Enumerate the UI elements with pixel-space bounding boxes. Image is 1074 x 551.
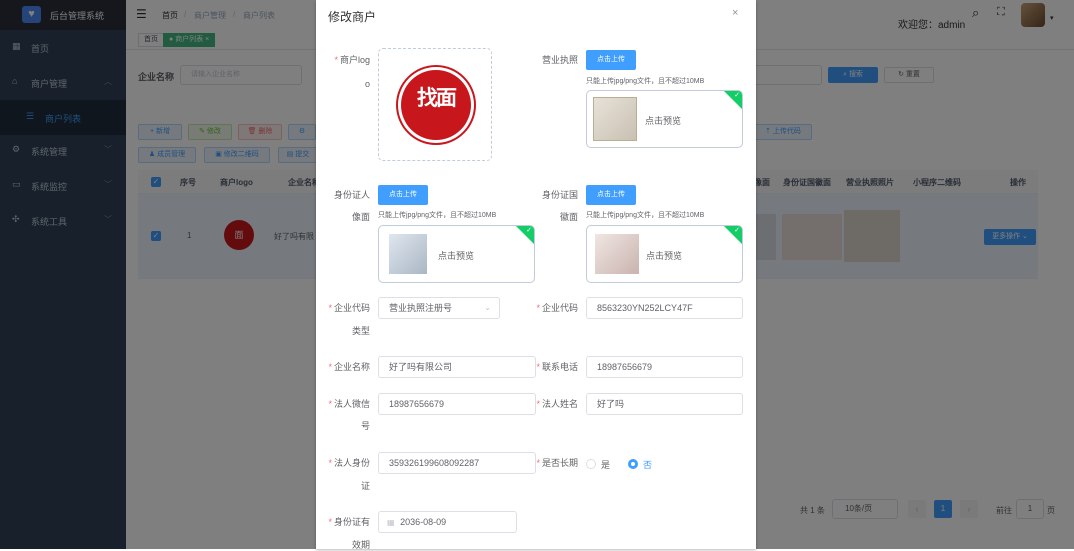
- dialog-title: 修改商户: [328, 10, 377, 24]
- id-number-label-text: 法人身份: [333, 458, 370, 468]
- id-number-label-cont: 证: [360, 481, 370, 491]
- check-icon: ✓: [734, 92, 740, 99]
- id-front-tip: 只能上传jpg/png文件，且不超过10MB: [378, 212, 497, 219]
- logo-label: * 商户log: [334, 55, 370, 65]
- long-term-label: * 是否长期: [536, 458, 578, 468]
- code-type-label-text: 企业代码: [333, 303, 370, 313]
- code-input[interactable]: 8563230YN252LCY47F: [586, 297, 743, 319]
- id-number-label: * 法人身份: [328, 458, 370, 468]
- long-term-yes-radio[interactable]: [586, 459, 596, 469]
- id-front-preview-link[interactable]: 点击预览: [438, 249, 474, 262]
- name-label-text: 企业名称: [333, 362, 370, 372]
- phone-label: * 联系电话: [536, 362, 578, 372]
- valid-date-label-text: 身份证有: [333, 517, 370, 527]
- check-icon: ✓: [526, 227, 532, 234]
- wechat-input[interactable]: 18987656679: [378, 393, 536, 415]
- logo-uploader[interactable]: 找面: [378, 48, 492, 161]
- check-icon: ✓: [734, 227, 740, 234]
- edit-merchant-dialog: 修改商户 × * 商户log o 找面 营业执照 点击上传 只能上传jpg/png…: [316, 0, 756, 550]
- legal-name-label: * 法人姓名: [536, 399, 578, 409]
- id-back-tip: 只能上传jpg/png文件，且不超过10MB: [586, 212, 705, 219]
- id-number-input[interactable]: 359326199608092287: [378, 452, 536, 474]
- name-input[interactable]: 好了吗有限公司: [378, 356, 536, 378]
- logo-image-text: 找面: [417, 87, 457, 110]
- id-back-thumb: [595, 234, 639, 274]
- wechat-label-text: 法人微信: [333, 399, 370, 409]
- legal-name-input[interactable]: 好了吗: [586, 393, 743, 415]
- valid-date-label-cont: 效期: [351, 540, 370, 550]
- code-type-value: 营业执照注册号: [389, 303, 453, 313]
- logo-label-cont: o: [364, 79, 370, 89]
- license-thumb: [593, 97, 637, 141]
- id-back-label-cont: 徽面: [559, 212, 578, 222]
- id-front-label-cont: 像面: [351, 212, 370, 222]
- id-front-thumb: [389, 234, 427, 274]
- phone-label-text: 联系电话: [541, 362, 578, 372]
- long-term-yes-label[interactable]: 是: [601, 458, 610, 471]
- license-preview-link[interactable]: 点击预览: [645, 114, 681, 127]
- logo-label-text: 商户log: [339, 55, 370, 65]
- merchant-logo-image: 找面: [401, 70, 471, 140]
- wechat-label-cont: 号: [360, 421, 370, 431]
- id-back-label: 身份证国: [541, 190, 578, 200]
- phone-input[interactable]: 18987656679: [586, 356, 743, 378]
- id-back-file-card[interactable]: 点击预览 ✓: [586, 225, 743, 283]
- valid-date-picker[interactable]: ▦ 2036-08-09: [378, 511, 517, 533]
- long-term-no-label[interactable]: 否: [643, 458, 652, 471]
- id-front-label: 身份证人: [333, 190, 370, 200]
- id-back-preview-link[interactable]: 点击预览: [646, 249, 682, 262]
- name-label: * 企业名称: [328, 362, 370, 372]
- chevron-down-icon: ⌄: [484, 303, 491, 312]
- calendar-icon: ▦: [387, 518, 395, 527]
- id-front-file-card[interactable]: 点击预览 ✓: [378, 225, 535, 283]
- valid-date-label: * 身份证有: [328, 517, 370, 527]
- id-front-upload-button[interactable]: 点击上传: [378, 185, 428, 205]
- id-back-upload-button[interactable]: 点击上传: [586, 185, 636, 205]
- license-file-card[interactable]: 点击预览 ✓: [586, 90, 743, 148]
- long-term-label-text: 是否长期: [541, 458, 578, 468]
- code-type-label-cont: 类型: [351, 326, 370, 336]
- code-label: * 企业代码: [536, 303, 578, 313]
- license-upload-button[interactable]: 点击上传: [586, 50, 636, 70]
- valid-date-value: 2036-08-09: [400, 517, 447, 527]
- long-term-no-radio[interactable]: [628, 459, 638, 469]
- legal-name-label-text: 法人姓名: [541, 399, 578, 409]
- code-label-text: 企业代码: [541, 303, 578, 313]
- wechat-label: * 法人微信: [328, 399, 370, 409]
- license-label: 营业执照: [541, 55, 578, 65]
- close-icon[interactable]: ×: [732, 7, 738, 19]
- license-tip: 只能上传jpg/png文件，且不超过10MB: [586, 78, 705, 85]
- code-type-label: * 企业代码: [328, 303, 370, 313]
- code-type-select[interactable]: 营业执照注册号 ⌄: [378, 297, 500, 319]
